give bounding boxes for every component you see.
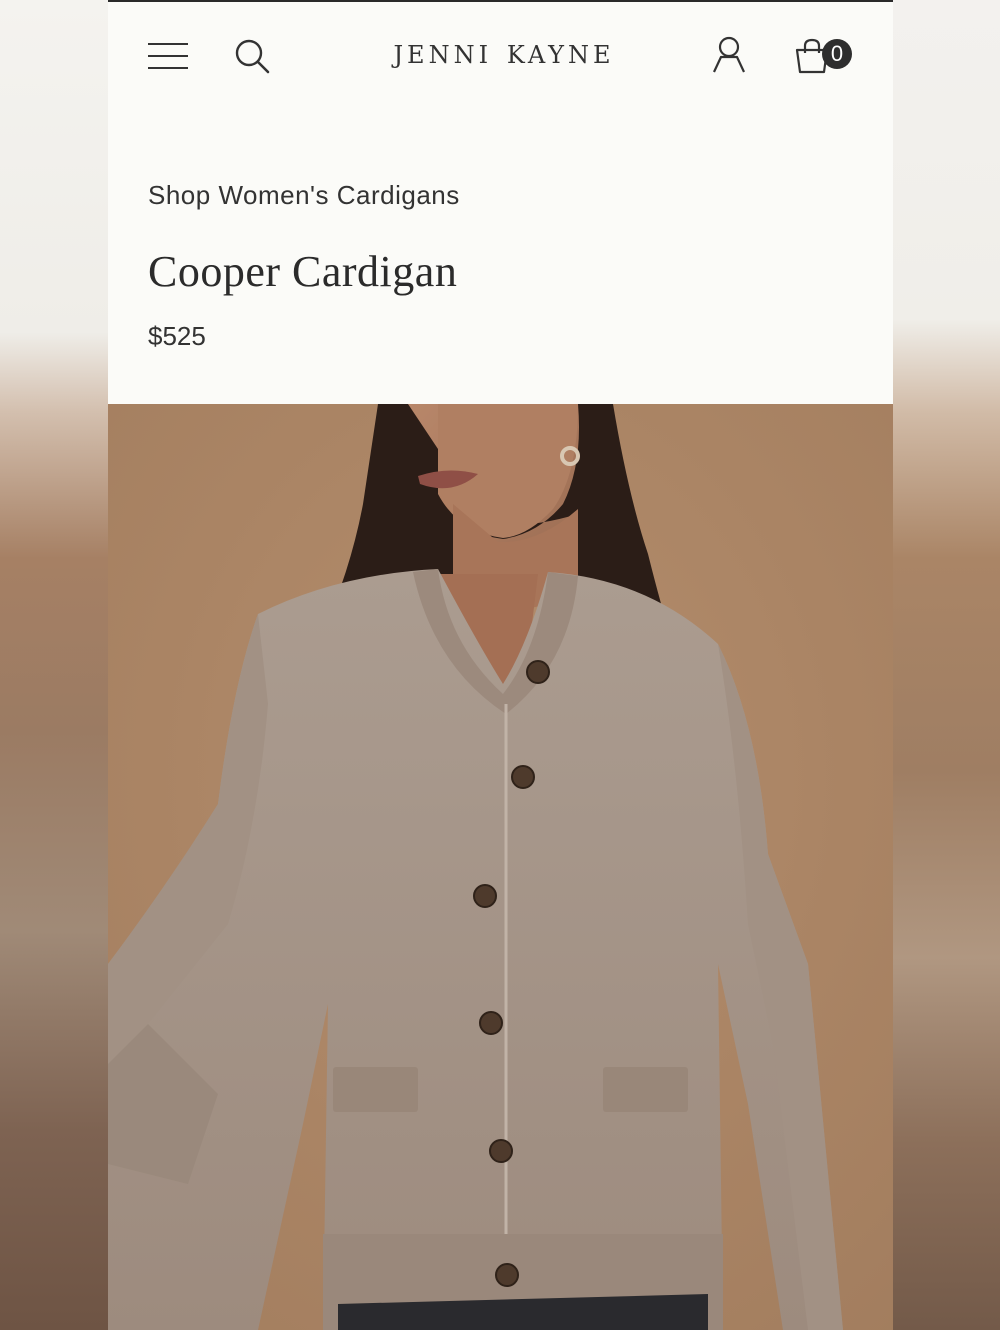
cart-count-badge: 0 bbox=[822, 39, 852, 69]
menu-icon[interactable] bbox=[148, 41, 188, 69]
product-title: Cooper Cardigan bbox=[148, 247, 458, 296]
product-image[interactable] bbox=[108, 404, 893, 1330]
brand-logo[interactable]: jenni kayne bbox=[354, 32, 654, 72]
search-icon[interactable] bbox=[234, 38, 270, 74]
cart-button[interactable]: 0 bbox=[794, 36, 854, 76]
account-icon[interactable] bbox=[712, 36, 746, 74]
site-header: jenni kayne 0 bbox=[108, 2, 893, 112]
product-price: $525 bbox=[148, 321, 206, 351]
right-blurred-backdrop bbox=[893, 0, 1000, 1330]
product-page: jenni kayne 0 Shop Women's Cardigans Coo… bbox=[108, 0, 893, 1330]
breadcrumb-link[interactable]: Shop Women's Cardigans bbox=[148, 180, 460, 211]
left-blurred-backdrop bbox=[0, 0, 108, 1330]
